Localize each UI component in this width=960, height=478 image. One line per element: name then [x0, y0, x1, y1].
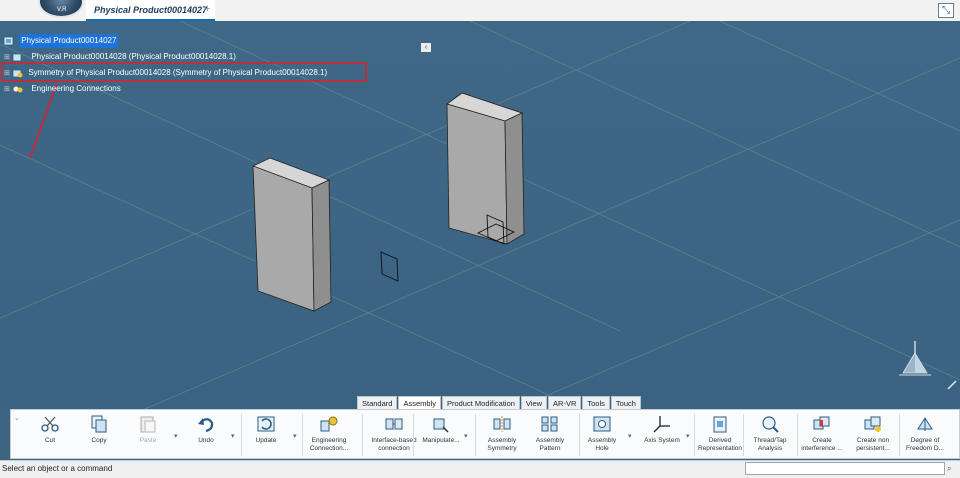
- product-instance-icon: [12, 52, 23, 62]
- expand-plus-icon[interactable]: ⊞: [4, 70, 10, 77]
- interface-connection-icon: [385, 418, 403, 430]
- degree-of-freedom-icon: [917, 417, 933, 431]
- update-button[interactable]: Update: [251, 410, 281, 460]
- robot-compass-icon[interactable]: [895, 339, 935, 379]
- engineering-connection-button[interactable]: Engineering Connection...: [306, 410, 352, 460]
- tab-ar-vr[interactable]: AR-VR: [548, 396, 582, 409]
- action-bar-tabs: Standard Assembly Product Modification V…: [357, 396, 642, 409]
- tab-tools[interactable]: Tools: [582, 396, 610, 409]
- axis-system-dropdown-icon[interactable]: ▾: [686, 432, 690, 440]
- create-interference-button[interactable]: Create interference ...: [799, 410, 845, 460]
- compass-logo[interactable]: V.R: [38, 0, 84, 18]
- degree-of-freedom-button[interactable]: Degree of Freedom D...: [901, 410, 949, 460]
- action-bar: ⌄ Cut Copy Paste ▾ Undo ▾ Update ▾ Engin…: [10, 409, 960, 459]
- tree-item-label: Physical Product00014027: [19, 34, 119, 48]
- assembly-pattern-icon: [541, 416, 558, 432]
- tab-product-modification[interactable]: Product Modification: [441, 396, 520, 409]
- assembly-hole-dropdown-icon[interactable]: ▾: [628, 432, 632, 440]
- tab-view[interactable]: View: [520, 396, 548, 409]
- thread-tap-label: Thread/Tap Analysis: [753, 437, 787, 452]
- physical-part-block[interactable]: [446, 92, 525, 245]
- create-non-persistent-button[interactable]: Create non persistent...: [848, 410, 898, 460]
- manipulate-icon: [433, 418, 449, 433]
- axis-system-label: Axis System: [644, 437, 680, 444]
- collapse-tree-icon[interactable]: ‹: [421, 43, 431, 52]
- tree-item-label: Physical Product00014028 (Physical Produ…: [31, 52, 236, 61]
- engineering-connections-icon: [12, 84, 23, 94]
- manipulate-label: Manipulate...: [422, 437, 460, 444]
- undo-icon: [198, 418, 214, 433]
- assembly-pattern-label: Assembly Pattern: [535, 437, 565, 452]
- copy-label: Copy: [91, 437, 107, 444]
- tab-touch[interactable]: Touch: [610, 396, 641, 409]
- assembly-pattern-button[interactable]: Assembly Pattern: [531, 410, 569, 460]
- thread-tap-icon: [762, 416, 779, 433]
- expand-icon[interactable]: ⤡: [938, 3, 954, 18]
- thread-tap-button[interactable]: Thread/Tap Analysis: [749, 410, 791, 460]
- derived-representation-button[interactable]: Derived Representation: [697, 410, 743, 460]
- undo-label: Undo: [198, 437, 214, 444]
- paste-icon: [140, 416, 156, 433]
- tree-item-symmetry[interactable]: ⊞ Symmetry of Physical Product00014028 (…: [4, 66, 327, 80]
- undo-dropdown-icon[interactable]: ▾: [231, 432, 235, 440]
- degree-of-freedom-label: Degree of Freedom D...: [906, 437, 944, 452]
- copy-button[interactable]: Copy: [86, 410, 112, 460]
- status-message: Select an object or a command: [2, 464, 113, 473]
- assembly-symmetry-label: Assembly Symmetry: [487, 437, 517, 452]
- copy-icon: [91, 415, 107, 433]
- assembly-hole-icon: [593, 416, 611, 432]
- manipulate-dropdown-icon[interactable]: ▾: [464, 432, 468, 440]
- symmetry-product-icon: [12, 68, 23, 78]
- tab-assembly[interactable]: Assembly: [398, 396, 441, 409]
- manipulate-button[interactable]: Manipulate...: [415, 410, 467, 460]
- command-input[interactable]: [745, 462, 945, 475]
- command-search-icon[interactable]: ⌕: [947, 462, 958, 475]
- cut-button[interactable]: Cut: [37, 410, 63, 460]
- action-bar-chevron-icon[interactable]: ⌄: [14, 414, 20, 456]
- create-non-persistent-label: Create non persistent...: [856, 437, 890, 452]
- cut-label: Cut: [44, 437, 56, 444]
- paste-label: Paste: [139, 437, 157, 444]
- title-bar: V.R Physical Product00014027 + ⤡: [0, 0, 960, 22]
- scissors-icon: [41, 416, 59, 432]
- derived-representation-label: Derived Representation: [697, 437, 743, 452]
- non-persistent-icon: [864, 416, 881, 432]
- status-bar: Select an object or a command ⌕: [0, 460, 960, 478]
- symmetry-part-block[interactable]: [251, 157, 332, 312]
- new-tab-button[interactable]: +: [204, 3, 210, 15]
- update-icon: [257, 416, 275, 432]
- assembly-hole-label: Assembly Hole: [587, 437, 617, 452]
- tree-item-physical-product[interactable]: ⊞ Physical Product00014028 (Physical Pro…: [4, 50, 236, 64]
- expand-plus-icon[interactable]: ⊞: [4, 86, 10, 93]
- paste-dropdown-icon[interactable]: ▾: [174, 432, 178, 440]
- logo-text: V.R: [57, 7, 67, 13]
- derived-representation-icon: [713, 416, 727, 433]
- tree-item-label: Symmetry of Physical Product00014028 (Sy…: [28, 68, 328, 77]
- 3d-viewport[interactable]: Physical Product00014027 ⊞ Physical Prod…: [0, 21, 960, 416]
- update-dropdown-icon[interactable]: ▾: [293, 432, 297, 440]
- paste-button[interactable]: Paste: [135, 410, 161, 460]
- axis-system-gizmo[interactable]: [380, 214, 516, 282]
- engineering-connection-label: Engineering Connection...: [309, 437, 349, 452]
- product-root-icon: [3, 36, 14, 46]
- update-label: Update: [255, 437, 277, 444]
- axis-system-icon: [653, 416, 670, 433]
- undo-button[interactable]: Undo: [193, 410, 219, 460]
- assembly-symmetry-button[interactable]: Assembly Symmetry: [483, 410, 521, 460]
- tab-physical-product[interactable]: Physical Product00014027: [86, 0, 216, 21]
- tree-item-root[interactable]: Physical Product00014027: [3, 34, 119, 48]
- engineering-connection-icon: [320, 416, 338, 432]
- tree-item-label: Engineering Connections: [31, 84, 121, 93]
- interference-icon: [813, 416, 830, 430]
- assembly-hole-button[interactable]: Assembly Hole: [583, 410, 621, 460]
- tab-standard[interactable]: Standard: [357, 396, 398, 409]
- axis-system-button[interactable]: Axis System: [643, 410, 681, 460]
- create-interference-label: Create interference ...: [801, 437, 843, 452]
- assembly-symmetry-icon: [493, 416, 511, 432]
- expand-plus-icon[interactable]: ⊞: [4, 54, 10, 61]
- view-diagonal-icon[interactable]: [946, 379, 958, 391]
- tree-item-engineering-connections[interactable]: ⊞ Engineering Connections: [4, 82, 121, 96]
